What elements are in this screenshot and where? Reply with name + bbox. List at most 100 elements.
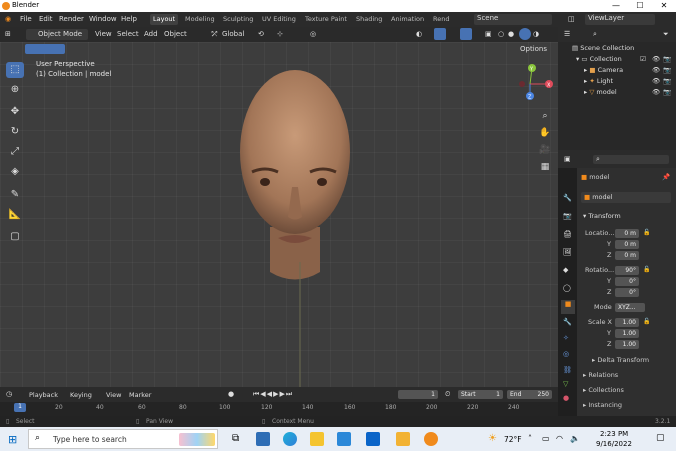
view-layer-selector[interactable]: ViewLayer: [585, 14, 655, 25]
navigation-gizmo[interactable]: X Y Z: [518, 62, 556, 102]
rockstar-icon[interactable]: [396, 432, 410, 446]
properties-editor-icon[interactable]: ▣: [564, 155, 571, 163]
tool-tab-icon[interactable]: 🔧: [563, 194, 572, 202]
scene-tab-icon[interactable]: ◆: [563, 266, 568, 274]
camera-view-icon[interactable]: 🎥: [538, 143, 552, 157]
output-tab-icon[interactable]: 🖨: [563, 230, 572, 238]
delta-transform-header[interactable]: ▸ Delta Transform: [577, 356, 676, 366]
rotation-z-field[interactable]: 0°: [615, 288, 639, 297]
vp-menu-add[interactable]: Add: [144, 30, 158, 38]
timeline-editor-icon[interactable]: ◷: [6, 390, 12, 398]
scale-z-field[interactable]: 1.00: [615, 340, 639, 349]
checkbox-icon[interactable]: ☑: [640, 55, 646, 63]
menu-edit[interactable]: Edit: [39, 15, 53, 23]
location-z-field[interactable]: 0 m: [615, 251, 639, 260]
clock-icon[interactable]: ⏲: [445, 390, 450, 399]
end-frame-field[interactable]: 250: [530, 390, 552, 399]
marker-menu[interactable]: Marker: [129, 391, 151, 399]
microsoft-store-icon[interactable]: [337, 432, 351, 446]
playback-controls[interactable]: ⏮◀◀▶▶⏭: [253, 390, 293, 399]
lock-icon[interactable]: 🔓: [643, 318, 650, 325]
view-layer-tab-icon[interactable]: 🖼: [563, 248, 572, 256]
network-icon[interactable]: ▭: [542, 434, 550, 443]
snap-icon[interactable]: ⊹: [277, 30, 283, 38]
add-cube-tool-icon[interactable]: ▢: [6, 229, 24, 245]
proportional-edit-icon[interactable]: ◎: [310, 30, 316, 38]
tab-sculpting[interactable]: Sculpting: [220, 14, 256, 25]
blender-taskbar-icon[interactable]: [424, 432, 438, 446]
tab-shading[interactable]: Shading: [353, 14, 385, 25]
tab-layout[interactable]: Layout: [150, 14, 179, 25]
constraints-tab-icon[interactable]: ⛓: [563, 366, 572, 374]
annotate-tool-icon[interactable]: ✎: [6, 187, 24, 203]
rendered-shading-icon[interactable]: ◑: [533, 30, 539, 38]
weather-temp[interactable]: 72°F: [504, 435, 522, 444]
clock-date[interactable]: 9/16/2022: [596, 440, 632, 448]
solid-shading-icon[interactable]: ●: [508, 30, 514, 38]
world-tab-icon[interactable]: ◯: [563, 284, 571, 292]
taskbar-search-box[interactable]: ⌕ Type here to search: [28, 429, 218, 449]
scale-x-field[interactable]: 1.00: [615, 318, 639, 327]
clock-time[interactable]: 2:23 PM: [600, 430, 628, 438]
current-frame-field[interactable]: 1: [398, 390, 438, 399]
mode-dropdown[interactable]: Object Mode: [26, 29, 88, 40]
material-shading-icon[interactable]: [519, 28, 531, 40]
outliner-item-light[interactable]: ▸ ✦ Light 👁 📷: [558, 77, 676, 88]
rotation-x-field[interactable]: 90°: [615, 266, 639, 275]
pin-icon[interactable]: 📌: [662, 173, 670, 181]
mail-icon[interactable]: [366, 432, 380, 446]
lock-icon[interactable]: 🔓: [643, 266, 650, 273]
rotate-tool-icon[interactable]: ↻: [6, 124, 24, 140]
menu-window[interactable]: Window: [89, 15, 117, 23]
modifier-tab-icon[interactable]: 🔧: [563, 318, 572, 326]
scene-selector[interactable]: Scene: [474, 14, 552, 25]
rotation-mode-dropdown[interactable]: XYZ...: [615, 303, 645, 312]
notifications-icon[interactable]: ▢: [656, 433, 665, 443]
edge-icon[interactable]: [283, 432, 297, 446]
timeline-ruler[interactable]: 1 20 40 60 80 100 120 140 160 180 200 22…: [0, 402, 558, 416]
timeline-view-menu[interactable]: View: [106, 391, 121, 399]
object-name-field[interactable]: ■ model: [581, 192, 671, 203]
blender-menu-icon[interactable]: ◉: [5, 15, 11, 23]
camera-render-icon[interactable]: 📷: [663, 66, 671, 74]
outliner-item-camera[interactable]: ▸ ■ Camera 👁 📷: [558, 66, 676, 77]
scale-y-field[interactable]: 1.00: [615, 329, 639, 338]
orientation-dropdown[interactable]: Global: [222, 30, 244, 38]
filter-icon[interactable]: ⏷: [663, 30, 669, 39]
camera-render-icon[interactable]: 📷: [663, 88, 671, 96]
camera-render-icon[interactable]: 📷: [663, 77, 671, 85]
widgets-icon[interactable]: [256, 432, 270, 446]
visibility-icon[interactable]: ◐: [416, 30, 422, 38]
vp-menu-object[interactable]: Object: [164, 30, 187, 38]
physics-tab-icon[interactable]: ◎: [563, 350, 569, 358]
collections-header[interactable]: ▸ Collections: [577, 386, 676, 396]
tray-chevron-icon[interactable]: ˄: [528, 434, 532, 443]
pivot-icon[interactable]: ⟲: [258, 30, 264, 38]
minimize-button[interactable]: —: [604, 0, 628, 12]
data-tab-icon[interactable]: ▽: [563, 380, 568, 388]
overlay-toggle-icon[interactable]: [460, 28, 472, 40]
select-box-tool-icon[interactable]: ⬚: [6, 62, 24, 78]
measure-tool-icon[interactable]: 📐: [6, 207, 24, 223]
eye-icon[interactable]: 👁: [652, 88, 660, 96]
eye-icon[interactable]: 👁: [652, 66, 660, 74]
perspective-grid-icon[interactable]: ▦: [538, 160, 552, 174]
head-model[interactable]: [230, 62, 360, 387]
menu-render[interactable]: Render: [59, 15, 84, 23]
vp-menu-view[interactable]: View: [95, 30, 112, 38]
outliner-editor-icon[interactable]: ☰: [564, 30, 570, 38]
tab-texture-paint[interactable]: Texture Paint: [302, 14, 350, 25]
volume-icon[interactable]: 🔈: [570, 434, 580, 443]
editor-type-icon[interactable]: ⊞: [5, 30, 11, 38]
lock-icon[interactable]: 🔓: [643, 229, 650, 236]
material-tab-icon[interactable]: ●: [563, 394, 569, 402]
instancing-header[interactable]: ▸ Instancing: [577, 401, 676, 411]
record-icon[interactable]: ●: [228, 390, 234, 398]
tab-animation[interactable]: Animation: [388, 14, 427, 25]
menu-help[interactable]: Help: [121, 15, 137, 23]
camera-render-icon[interactable]: 📷: [663, 55, 671, 63]
playhead[interactable]: 1: [14, 403, 26, 412]
vp-menu-select[interactable]: Select: [117, 30, 139, 38]
close-button[interactable]: ✕: [652, 0, 676, 12]
xray-icon[interactable]: ▣: [485, 30, 492, 38]
